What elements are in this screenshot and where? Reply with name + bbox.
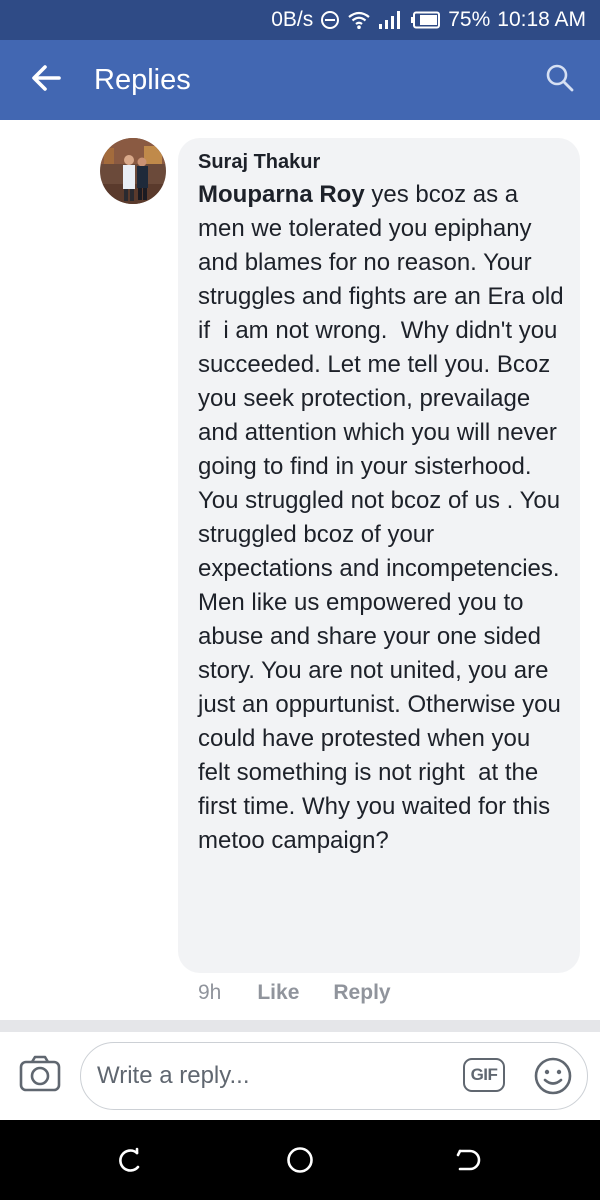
camera-icon xyxy=(18,1055,62,1098)
divider xyxy=(0,1020,600,1032)
search-button[interactable] xyxy=(540,60,580,100)
reply-composer: Write a reply... GIF xyxy=(0,1032,600,1120)
reply-button[interactable]: Reply xyxy=(333,981,390,1005)
gif-icon: GIF xyxy=(463,1058,505,1092)
status-indicators: 0B/s 75% 10:18 AM xyxy=(271,0,586,40)
system-nav-bar xyxy=(0,1120,600,1200)
battery-icon xyxy=(411,11,441,29)
comment-body-text: yes bcoz as a men we tolerated you epiph… xyxy=(198,181,571,854)
arrow-left-icon xyxy=(31,64,61,96)
recent-apps-button[interactable] xyxy=(113,1142,149,1178)
battery-percent: 75% xyxy=(448,8,491,31)
reply-input[interactable]: Write a reply... GIF xyxy=(80,1042,588,1110)
home-icon xyxy=(282,1147,318,1182)
emoji-icon xyxy=(533,1057,573,1100)
app-bar: Replies xyxy=(0,40,600,120)
back-icon xyxy=(450,1149,486,1182)
reply-placeholder: Write a reply... xyxy=(97,1062,250,1089)
camera-button[interactable] xyxy=(18,1054,62,1094)
signal-icon xyxy=(378,10,404,30)
dnd-icon xyxy=(320,10,340,30)
system-back-button[interactable] xyxy=(450,1142,486,1178)
comment-actions: 9h Like Reply xyxy=(198,978,391,1008)
like-button[interactable]: Like xyxy=(257,981,299,1005)
back-button[interactable] xyxy=(22,58,70,102)
comment-author[interactable]: Suraj Thakur xyxy=(198,150,566,174)
comment-bubble: Suraj Thakur Mouparna Roy yes bcoz as a … xyxy=(178,138,580,973)
avatar-photo xyxy=(100,138,166,204)
search-icon xyxy=(545,63,575,98)
mention-link[interactable]: Mouparna Roy xyxy=(198,181,365,208)
emoji-button[interactable] xyxy=(533,1056,573,1096)
network-speed: 0B/s xyxy=(271,8,314,31)
home-button[interactable] xyxy=(282,1142,318,1178)
recent-apps-icon xyxy=(113,1147,149,1182)
gif-button[interactable]: GIF xyxy=(463,1058,505,1092)
comment-timestamp: 9h xyxy=(198,981,222,1004)
page-title: Replies xyxy=(94,64,191,96)
status-bar: 0B/s 75% 10:18 AM xyxy=(0,0,600,40)
avatar[interactable] xyxy=(100,138,166,204)
wifi-icon xyxy=(347,10,371,30)
comment-text: Mouparna Roy yes bcoz as a men we tolera… xyxy=(198,178,566,858)
clock: 10:18 AM xyxy=(497,8,586,31)
